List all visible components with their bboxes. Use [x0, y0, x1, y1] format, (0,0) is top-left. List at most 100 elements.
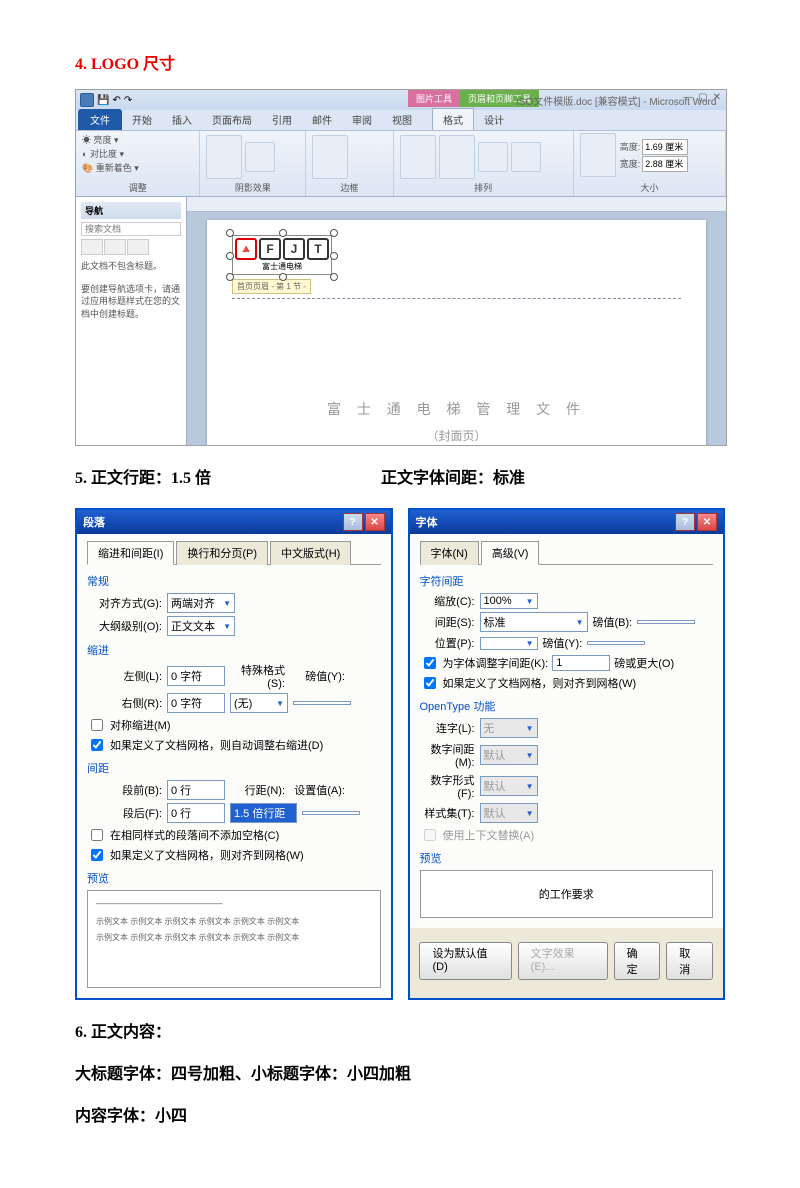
tab-mail[interactable]: 邮件 — [302, 109, 342, 130]
close-icon[interactable]: ✕ — [697, 513, 717, 531]
tab-references[interactable]: 引用 — [262, 109, 302, 130]
right-spin[interactable]: 0 字符 — [167, 693, 225, 713]
back-button[interactable] — [511, 142, 541, 172]
pos-by-spin[interactable] — [587, 641, 645, 645]
position-button[interactable] — [400, 135, 436, 179]
special-combo[interactable]: (无)▼ — [230, 693, 288, 713]
ribbon-contrast[interactable]: ◐ 对比度 ▾ — [82, 147, 193, 160]
fwd-button[interactable] — [478, 142, 508, 172]
pos-combo[interactable]: ▼ — [480, 637, 538, 650]
spacing-combo[interactable]: 标准▼ — [480, 612, 588, 632]
align-combo[interactable]: 两端对齐▼ — [167, 593, 235, 613]
font-tab-font[interactable]: 字体(N) — [420, 541, 479, 565]
pos-label: 位置(P): — [420, 635, 475, 651]
nav-tab-2[interactable] — [104, 239, 126, 255]
font-section-preview: 预览 — [420, 850, 714, 866]
crop-button[interactable] — [580, 133, 616, 177]
page[interactable]: 🔺 F J T 富士通电梯 首页页眉 - 第 1 节 - 富 士 通 电 梯 管… — [207, 220, 706, 446]
cancel-button[interactable]: 取消 — [666, 942, 713, 980]
setval-spin[interactable] — [302, 811, 360, 815]
paragraph-dialog: 段落 ?✕ 缩进和间距(I) 换行和分页(P) 中文版式(H) 常规 对齐方式(… — [75, 508, 393, 1000]
by-spin[interactable] — [293, 701, 351, 705]
ruler[interactable] — [187, 197, 726, 212]
styset-label: 样式集(T): — [420, 805, 475, 821]
numform-label: 数字形式(F): — [420, 772, 475, 800]
snapgrid-check[interactable]: 如果定义了文档网格，则对齐到网格(W) — [87, 846, 381, 864]
nav-search-input[interactable] — [81, 222, 181, 236]
qat-redo-icon[interactable]: ↷ — [124, 95, 132, 106]
scale-combo[interactable]: 100%▼ — [480, 593, 538, 609]
qat-undo-icon[interactable]: ↶ — [112, 95, 120, 106]
usectx-check[interactable]: 使用上下文替换(A) — [420, 826, 714, 844]
para-section-preview: 预览 — [87, 870, 381, 886]
nav-title: 导航 — [81, 202, 181, 219]
selected-logo[interactable]: 🔺 F J T 富士通电梯 — [232, 235, 332, 275]
after-spin[interactable]: 0 行 — [167, 803, 225, 823]
para-tab-indent[interactable]: 缩进和间距(I) — [87, 541, 174, 565]
tab-review[interactable]: 审阅 — [342, 109, 382, 130]
styset-combo[interactable]: 默认▼ — [480, 803, 538, 823]
logo-subtitle: 富士通电梯 — [235, 261, 329, 272]
ribbon-brightness[interactable]: ☀ 亮度 ▾ — [82, 133, 193, 146]
liga-combo[interactable]: 无▼ — [480, 718, 538, 738]
ribbon-recolor[interactable]: 🎨 重新着色 ▾ — [82, 161, 193, 174]
font-dialog: 字体 ?✕ 字体(N) 高级(V) 字符间距 缩放(C):100%▼ 间距(S)… — [408, 508, 726, 1000]
qat-save-icon[interactable]: 💾 — [97, 95, 109, 106]
outline-combo[interactable]: 正文文本▼ — [167, 616, 235, 636]
word-screenshot: 💾 ↶ ↷ 图片工具 页眉和页脚工具 ISO文件模版.doc [兼容模式] - … — [75, 89, 727, 446]
border-button[interactable] — [312, 135, 348, 179]
contextual-tab-picture: 图片工具 — [408, 90, 460, 107]
font-section-charsp: 字符间距 — [420, 573, 714, 589]
shadow-nudge[interactable] — [245, 142, 275, 172]
tab-home[interactable]: 开始 — [122, 109, 162, 130]
para-dialog-title: 段落 — [83, 514, 105, 530]
nav-tab-3[interactable] — [127, 239, 149, 255]
para-tab-cjk[interactable]: 中文版式(H) — [270, 541, 351, 565]
left-spin[interactable]: 0 字符 — [167, 666, 225, 686]
font-tab-advanced[interactable]: 高级(V) — [481, 541, 540, 565]
tab-layout[interactable]: 页面布局 — [202, 109, 262, 130]
section-5-right: 正文字体间距：标准 — [381, 464, 525, 488]
font-dialog-title: 字体 — [416, 514, 438, 530]
nav-tab-1[interactable] — [81, 239, 103, 255]
minimize-icon[interactable]: — — [683, 92, 693, 103]
doc-title-text: 富 士 通 电 梯 管 理 文 件 — [232, 399, 681, 419]
mirror-check[interactable]: 对称缩进(M) — [87, 716, 381, 734]
font-snapgrid-check[interactable]: 如果定义了文档网格，则对齐到网格(W) — [420, 674, 714, 692]
para-section-general: 常规 — [87, 573, 381, 589]
shadow-button[interactable] — [206, 135, 242, 179]
tab-file[interactable]: 文件 — [78, 109, 122, 130]
linesp-label: 行距(N): — [230, 782, 285, 798]
tab-format[interactable]: 格式 — [432, 108, 474, 130]
nav-empty-1: 此文档不包含标题。 — [81, 260, 181, 273]
para-section-spacing: 间距 — [87, 760, 381, 776]
texteffect-button[interactable]: 文字效果(E)... — [518, 942, 608, 980]
ok-button[interactable]: 确定 — [614, 942, 661, 980]
close-icon[interactable]: ✕ — [365, 513, 385, 531]
tab-design[interactable]: 设计 — [474, 109, 514, 130]
para-section-indent: 缩进 — [87, 642, 381, 658]
document-area[interactable]: 🔺 F J T 富士通电梯 首页页眉 - 第 1 节 - 富 士 通 电 梯 管… — [187, 197, 726, 446]
autoadjust-check[interactable]: 如果定义了文档网格，则自动调整右缩进(D) — [87, 736, 381, 754]
nospace-check[interactable]: 在相同样式的段落间不添加空格(C) — [87, 826, 381, 844]
width-input[interactable] — [642, 156, 688, 172]
close-icon[interactable]: ✕ — [713, 92, 721, 103]
numform-combo[interactable]: 默认▼ — [480, 776, 538, 796]
wrap-button[interactable] — [439, 135, 475, 179]
kern-check[interactable]: 为字体调整字间距(K):1磅或更大(O) — [420, 654, 714, 672]
section-4-title: 4. LOGO 尺寸 — [75, 50, 725, 74]
para-tab-break[interactable]: 换行和分页(P) — [176, 541, 268, 565]
numsp-combo[interactable]: 默认▼ — [480, 745, 538, 765]
spacing-by-label: 磅值(B): — [593, 614, 633, 630]
maximize-icon[interactable]: ▢ — [698, 92, 707, 103]
linesp-combo[interactable]: 1.5 倍行距▼ — [230, 803, 297, 823]
tab-insert[interactable]: 插入 — [162, 109, 202, 130]
help-icon[interactable]: ? — [675, 513, 695, 531]
height-input[interactable] — [642, 139, 688, 155]
default-button[interactable]: 设为默认值(D) — [419, 942, 511, 980]
tab-view[interactable]: 视图 — [382, 109, 422, 130]
spacing-by-spin[interactable] — [637, 620, 695, 624]
section-5-left: 5. 正文行距：1.5 倍 — [75, 464, 211, 488]
help-icon[interactable]: ? — [343, 513, 363, 531]
before-spin[interactable]: 0 行 — [167, 780, 225, 800]
